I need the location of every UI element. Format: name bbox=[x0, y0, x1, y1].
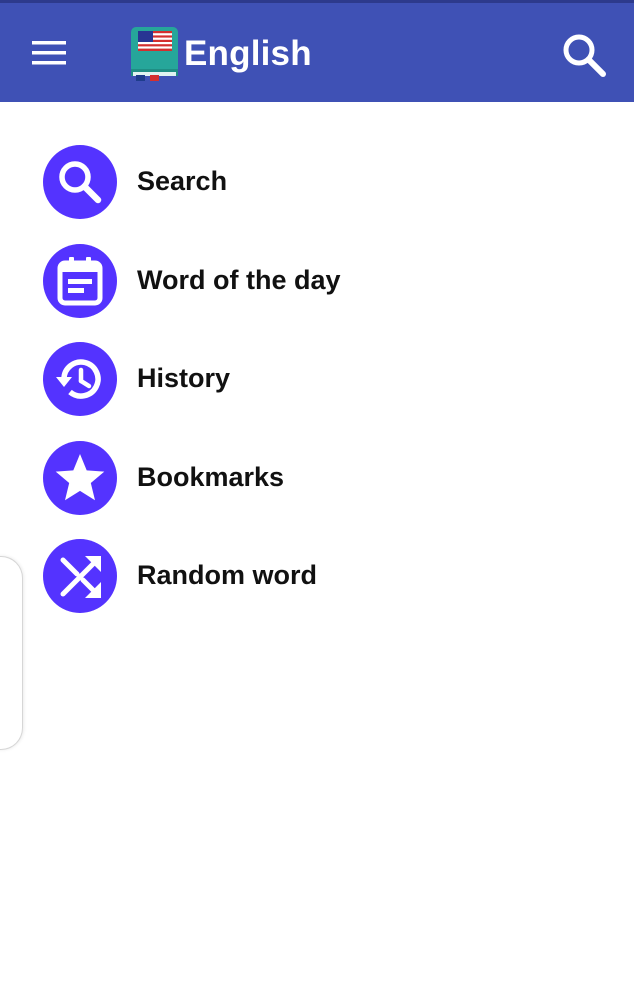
menu-item-label: Random word bbox=[137, 560, 317, 590]
drawer-menu: Search Word of the day History Bookmarks… bbox=[0, 132, 634, 625]
hamburger-menu-icon bbox=[32, 41, 66, 65]
history-icon bbox=[43, 342, 117, 416]
menu-item-search[interactable]: Search bbox=[0, 132, 634, 231]
menu-item-label: Bookmarks bbox=[137, 461, 285, 492]
menu-item-bookmarks[interactable]: Bookmarks bbox=[0, 428, 634, 527]
menu-item-word-of-the-day[interactable]: Word of the day bbox=[0, 231, 634, 330]
menu-item-history[interactable]: History bbox=[0, 329, 634, 428]
menu-item-label: Word of the day bbox=[137, 264, 341, 295]
shuffle-icon bbox=[43, 539, 117, 613]
menu-item-random-word[interactable]: Random word bbox=[0, 526, 634, 625]
search-button[interactable] bbox=[552, 23, 616, 87]
search-icon bbox=[563, 34, 606, 77]
app-title: English bbox=[184, 34, 312, 73]
menu-button[interactable] bbox=[22, 29, 76, 77]
app-bar: English bbox=[0, 3, 634, 102]
edge-panel-handle[interactable] bbox=[0, 556, 23, 750]
menu-item-label: History bbox=[137, 363, 231, 393]
us-flag-dictionary-logo bbox=[131, 27, 178, 81]
star-icon bbox=[43, 440, 117, 515]
menu-item-label: Search bbox=[137, 166, 228, 196]
search-icon bbox=[43, 145, 117, 219]
calendar-note-icon bbox=[43, 243, 117, 318]
